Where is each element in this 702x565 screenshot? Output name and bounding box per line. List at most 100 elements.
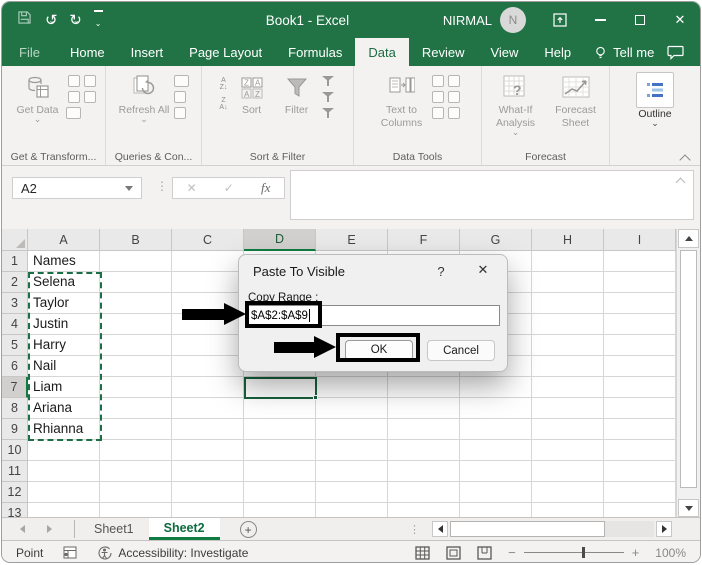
tab-formulas[interactable]: Formulas <box>275 38 355 66</box>
row-header[interactable]: 11 <box>2 461 28 482</box>
row-header[interactable]: 9 <box>2 419 28 440</box>
horizontal-scroll-track[interactable] <box>450 521 654 537</box>
column-header-d[interactable]: D <box>244 229 316 251</box>
previous-sheet-icon[interactable] <box>20 525 25 533</box>
horizontal-scrollbar[interactable] <box>432 518 672 540</box>
vertical-scroll-thumb[interactable] <box>680 250 697 488</box>
row-header[interactable]: 4 <box>2 314 28 335</box>
insert-function-button[interactable]: fx <box>261 180 270 196</box>
column-header-e[interactable]: E <box>316 229 388 251</box>
collapse-ribbon-button[interactable] <box>680 154 690 162</box>
drag-handle-icon[interactable] <box>409 523 420 536</box>
row-header[interactable]: 2 <box>2 272 28 293</box>
tab-page-layout[interactable]: Page Layout <box>176 38 275 66</box>
sort-button[interactable]: ZAAZ Sort <box>232 72 272 149</box>
page-break-preview-button[interactable] <box>477 545 492 560</box>
column-header-c[interactable]: C <box>172 229 244 251</box>
row-header[interactable]: 6 <box>2 356 28 377</box>
redo-button[interactable] <box>69 11 79 29</box>
what-if-analysis-button[interactable]: ? What-If Analysis <box>488 72 544 149</box>
next-sheet-icon[interactable] <box>47 525 52 533</box>
normal-view-button[interactable] <box>415 545 430 560</box>
save-icon[interactable] <box>18 11 31 29</box>
close-button[interactable] <box>660 2 700 38</box>
dialog-close-button[interactable] <box>471 262 495 278</box>
row-header[interactable]: 3 <box>2 293 28 314</box>
dialog-help-button[interactable]: ? <box>431 264 451 279</box>
sort-small-buttons[interactable]: A Z↓ Z A↓ <box>219 72 227 149</box>
zoom-in-button[interactable]: + <box>632 545 640 560</box>
filter-small-buttons[interactable] <box>321 72 336 149</box>
row-header[interactable]: 12 <box>2 482 28 503</box>
row-header[interactable]: 10 <box>2 440 28 461</box>
row-header[interactable]: 1 <box>2 251 28 272</box>
forecast-sheet-button[interactable]: Forecast Sheet <box>548 72 604 149</box>
cancel-button[interactable]: Cancel <box>427 340 495 361</box>
group-data-tools: Text to Columns Data Tools <box>354 66 482 165</box>
macro-record-button[interactable] <box>63 546 77 559</box>
scroll-down-button[interactable] <box>678 499 699 517</box>
collapse-formula-bar-icon[interactable] <box>677 177 685 183</box>
minimize-button[interactable] <box>580 2 620 38</box>
horizontal-scroll-thumb[interactable] <box>450 521 606 537</box>
sheet-tab-sheet2[interactable]: Sheet2 <box>148 518 220 540</box>
outline-button[interactable]: Outline <box>629 72 681 149</box>
scroll-left-button[interactable] <box>432 521 448 537</box>
get-data-button[interactable]: Get Data <box>12 72 64 149</box>
tab-file[interactable]: File <box>2 38 57 66</box>
queries-small-buttons[interactable] <box>174 72 189 149</box>
formula-buttons: fx <box>172 177 285 199</box>
user-name[interactable]: NIRMAL <box>443 13 492 28</box>
scroll-right-button[interactable] <box>656 521 672 537</box>
zoom-slider-thumb[interactable] <box>581 547 585 558</box>
tab-home[interactable]: Home <box>57 38 118 66</box>
filter-button[interactable]: Filter <box>276 72 318 149</box>
maximize-button[interactable] <box>620 2 660 38</box>
avatar[interactable]: N <box>500 7 526 33</box>
dialog-title: Paste To Visible <box>253 264 346 279</box>
formula-input[interactable] <box>290 170 694 220</box>
name-box[interactable]: A2 <box>12 177 142 199</box>
data-tools-small-buttons[interactable] <box>431 72 460 149</box>
tell-me-button[interactable]: Tell me <box>584 38 664 66</box>
zoom-level[interactable]: 100% <box>655 546 686 560</box>
tab-insert[interactable]: Insert <box>118 38 177 66</box>
tab-data[interactable]: Data <box>355 38 409 66</box>
tab-review[interactable]: Review <box>409 38 478 66</box>
cancel-entry-icon[interactable] <box>187 179 197 197</box>
column-header-i[interactable]: I <box>604 229 676 251</box>
row-header-active[interactable]: 7 <box>2 377 28 398</box>
customize-qat-button[interactable] <box>93 9 103 31</box>
row-header[interactable]: 13 <box>2 503 28 517</box>
filter-label: Filter <box>284 104 309 116</box>
refresh-all-button[interactable]: Refresh All <box>118 72 170 149</box>
drag-handle-icon[interactable] <box>156 179 168 193</box>
column-header-g[interactable]: G <box>460 229 532 251</box>
zoom-out-button[interactable]: − <box>508 545 516 560</box>
column-header-b[interactable]: B <box>100 229 172 251</box>
tab-help[interactable]: Help <box>531 38 584 66</box>
new-sheet-button[interactable] <box>239 521 257 538</box>
scroll-up-button[interactable] <box>678 229 699 248</box>
column-header-h[interactable]: H <box>532 229 604 251</box>
page-layout-view-button[interactable] <box>446 545 461 560</box>
comments-button[interactable] <box>667 38 684 66</box>
get-transform-small-buttons[interactable] <box>66 72 96 149</box>
vertical-scrollbar[interactable] <box>676 229 700 517</box>
active-cell-d7[interactable] <box>244 377 318 400</box>
column-header-f[interactable]: F <box>388 229 460 251</box>
column-header-a[interactable]: A <box>28 229 100 251</box>
confirm-entry-icon[interactable] <box>224 179 234 197</box>
tab-view[interactable]: View <box>477 38 531 66</box>
undo-button[interactable] <box>45 11 55 29</box>
zoom-slider[interactable] <box>523 547 624 558</box>
select-all-corner[interactable] <box>2 229 28 251</box>
text-to-columns-button[interactable]: Text to Columns <box>376 72 428 149</box>
accessibility-status[interactable]: Accessibility: Investigate <box>97 546 248 560</box>
cell-a1[interactable]: Names <box>28 251 100 272</box>
ribbon-display-options-button[interactable] <box>540 2 580 38</box>
sheet-tab-sheet1[interactable]: Sheet1 <box>79 518 149 540</box>
row-header[interactable]: 5 <box>2 335 28 356</box>
row-header[interactable]: 8 <box>2 398 28 419</box>
fill-handle[interactable] <box>313 395 318 400</box>
